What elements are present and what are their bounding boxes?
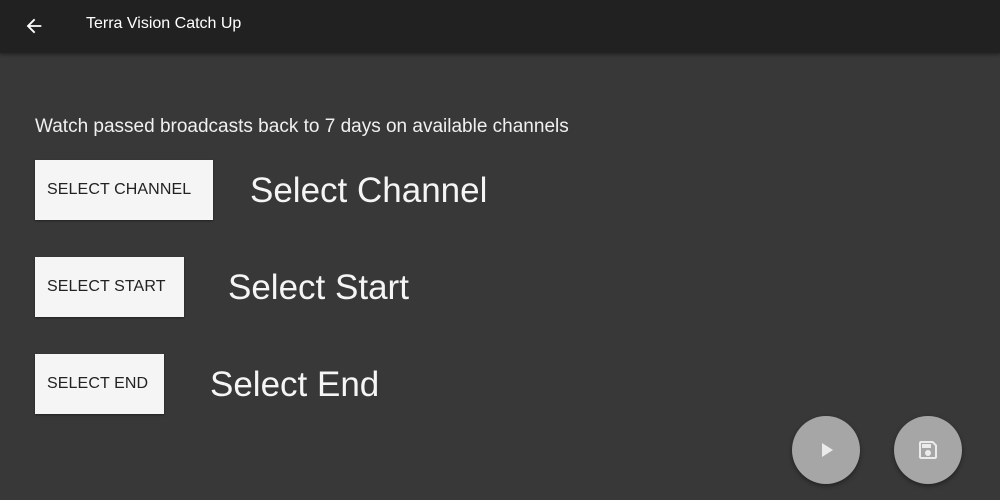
select-start-button[interactable]: SELECT START	[35, 257, 184, 317]
app-bar: Terra Vision Catch Up	[0, 0, 1000, 53]
description-text: Watch passed broadcasts back to 7 days o…	[35, 116, 569, 137]
selected-end-label: Select End	[210, 365, 380, 404]
selected-start-label: Select Start	[228, 268, 409, 307]
play-icon	[822, 443, 833, 457]
arrow-back-icon	[26, 18, 42, 34]
save-button[interactable]	[894, 416, 962, 484]
back-button[interactable]	[16, 8, 52, 44]
save-icon	[919, 441, 937, 459]
selected-channel-label: Select Channel	[250, 171, 488, 210]
select-end-button[interactable]: SELECT END	[35, 354, 164, 414]
app-title: Terra Vision Catch Up	[86, 15, 242, 32]
play-button[interactable]	[792, 416, 860, 484]
select-channel-button[interactable]: SELECT CHANNEL	[35, 160, 213, 220]
